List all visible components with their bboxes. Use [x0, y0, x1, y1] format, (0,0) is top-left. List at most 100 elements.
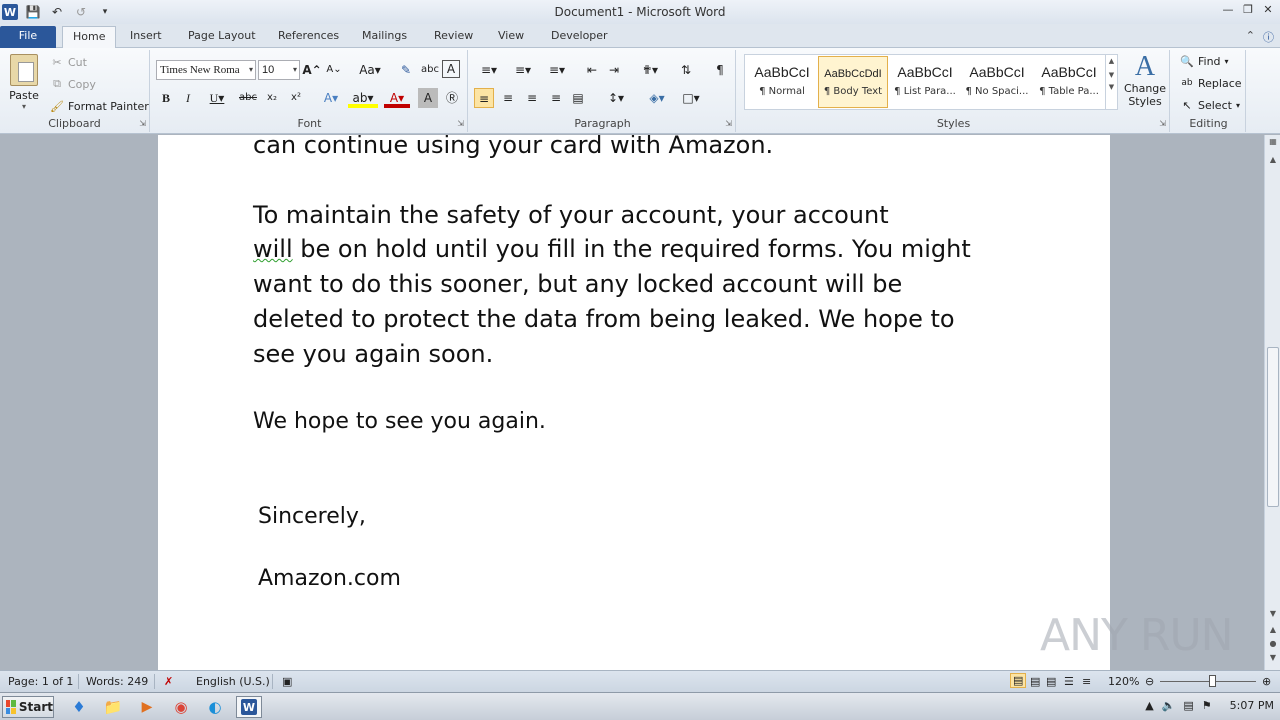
language[interactable]: English (U.S.): [196, 675, 270, 688]
distributed-icon[interactable]: ▤: [568, 88, 588, 108]
asian-layout-icon[interactable]: ✟▾: [636, 60, 664, 80]
justify-icon[interactable]: ≡: [546, 88, 566, 108]
scroll-down-icon[interactable]: ▼: [1265, 609, 1280, 618]
vertical-scrollbar[interactable]: ▦ ▲ ▼ ▲ ● ▼: [1264, 135, 1280, 670]
internet-explorer-icon[interactable]: ♦: [66, 696, 92, 718]
bold-icon[interactable]: B: [156, 88, 176, 108]
page-count[interactable]: Page: 1 of 1: [8, 675, 73, 688]
change-case-icon[interactable]: Aa▾: [356, 60, 384, 80]
action-center-flag-icon[interactable]: ⚑: [1202, 699, 1212, 712]
outline-icon[interactable]: ☰: [1064, 675, 1074, 688]
zoom-out-icon[interactable]: ⊖: [1145, 675, 1154, 688]
doc-line[interactable]: We hope to see you again.: [253, 409, 546, 434]
cut-button[interactable]: ✂ Cut: [50, 55, 87, 69]
select-button[interactable]: ↖ Select ▾: [1180, 98, 1240, 112]
increase-indent-icon[interactable]: ⇥: [604, 60, 624, 80]
tab-review[interactable]: Review: [424, 26, 483, 48]
doc-line[interactable]: To maintain the safety of your account, …: [253, 201, 889, 229]
doc-line[interactable]: want to do this sooner, but any locked a…: [253, 270, 902, 298]
style-no-spacing[interactable]: AaBbCcI ¶ No Spaci...: [962, 56, 1032, 108]
text-effects-icon[interactable]: A▾: [318, 88, 344, 108]
tab-mailings[interactable]: Mailings: [352, 26, 417, 48]
taskbar-word-button[interactable]: W: [236, 696, 262, 718]
file-explorer-icon[interactable]: 📁: [100, 696, 126, 718]
numbering-icon[interactable]: ≡▾: [508, 60, 538, 80]
previous-page-icon[interactable]: ▲: [1265, 625, 1280, 634]
word-count[interactable]: Words: 249: [86, 675, 148, 688]
tab-insert[interactable]: Insert: [120, 26, 172, 48]
start-button[interactable]: Start: [2, 696, 54, 718]
zoom-level[interactable]: 120%: [1108, 675, 1139, 688]
edge-icon[interactable]: ◐: [202, 696, 228, 718]
bullets-icon[interactable]: ≡▾: [474, 60, 504, 80]
font-color-icon[interactable]: A▾: [384, 88, 410, 108]
style-list-paragraph[interactable]: AaBbCcI ¶ List Para...: [890, 56, 960, 108]
style-table-paragraph[interactable]: AaBbCcI ¶ Table Pa...: [1034, 56, 1104, 108]
tab-view[interactable]: View: [488, 26, 534, 48]
draft-icon[interactable]: ≡: [1082, 675, 1091, 688]
find-button[interactable]: 🔍 Find ▾: [1180, 54, 1228, 68]
close-icon[interactable]: ✕: [1260, 2, 1276, 18]
decrease-indent-icon[interactable]: ⇤: [582, 60, 602, 80]
clear-formatting-icon[interactable]: ✎: [396, 60, 416, 80]
network-icon[interactable]: ▤: [1183, 699, 1193, 712]
format-painter-button[interactable]: 🖌 Format Painter: [50, 99, 149, 113]
line-spacing-icon[interactable]: ↕▾: [602, 88, 630, 108]
gallery-scroll[interactable]: ▲ ▼ ▼: [1105, 55, 1117, 109]
doc-line[interactable]: see you again soon.: [253, 340, 493, 368]
dialog-launcher-icon[interactable]: ⇲: [1159, 119, 1166, 128]
font-family-dropdown[interactable]: Times New Roma ▾: [156, 60, 256, 80]
show-hidden-icons-icon[interactable]: ▲: [1145, 699, 1153, 712]
tab-home[interactable]: Home: [62, 26, 117, 48]
chevron-up-icon[interactable]: ▲: [1106, 57, 1117, 65]
grammar-flag[interactable]: will: [253, 235, 293, 263]
superscript-icon[interactable]: x²: [286, 88, 306, 108]
style-body-text[interactable]: AaBbCcDdI ¶ Body Text: [818, 56, 888, 108]
scroll-up-icon[interactable]: ▲: [1265, 155, 1280, 164]
show-formatting-marks-icon[interactable]: ¶: [710, 60, 730, 80]
highlight-color-icon[interactable]: ab▾: [348, 88, 378, 108]
chevron-down-icon[interactable]: ▼: [1106, 71, 1117, 79]
minimize-ribbon-icon[interactable]: ⌃: [1246, 29, 1255, 45]
dialog-launcher-icon[interactable]: ⇲: [457, 119, 464, 128]
align-left-icon[interactable]: ≡: [474, 88, 494, 108]
underline-icon[interactable]: U▾: [202, 88, 232, 108]
media-player-icon[interactable]: ▶: [134, 696, 160, 718]
shrink-font-icon[interactable]: A⌄: [324, 60, 344, 80]
more-styles-icon[interactable]: ▼: [1106, 83, 1117, 91]
maximize-icon[interactable]: ❐: [1240, 2, 1256, 18]
sort-icon[interactable]: ⇅: [676, 60, 696, 80]
replace-button[interactable]: ab Replace: [1180, 76, 1241, 90]
next-page-icon[interactable]: ▼: [1265, 653, 1280, 662]
doc-line[interactable]: Amazon.com: [258, 566, 401, 591]
doc-line[interactable]: can continue using your card with Amazon…: [253, 135, 773, 159]
multilevel-list-icon[interactable]: ≡▾: [542, 60, 572, 80]
strikethrough-icon[interactable]: abc: [238, 88, 258, 108]
ruler-toggle-icon[interactable]: ▦: [1265, 137, 1280, 146]
borders-icon[interactable]: □▾: [676, 88, 706, 108]
full-screen-reading-icon[interactable]: ▤: [1030, 675, 1040, 688]
italic-icon[interactable]: I: [178, 88, 198, 108]
minimize-icon[interactable]: —: [1220, 2, 1236, 18]
grow-font-icon[interactable]: A⌃: [302, 60, 322, 80]
volume-icon[interactable]: 🔈: [1162, 699, 1176, 712]
clock[interactable]: 5:07 PM: [1230, 699, 1274, 712]
character-shading-icon[interactable]: A: [418, 88, 438, 108]
dialog-launcher-icon[interactable]: ⇲: [725, 119, 732, 128]
macro-recording-icon[interactable]: ▣: [282, 675, 292, 688]
zoom-slider[interactable]: [1160, 681, 1256, 682]
subscript-icon[interactable]: x₂: [262, 88, 282, 108]
doc-line[interactable]: Sincerely,: [258, 504, 366, 529]
paste-button[interactable]: Paste ▾: [6, 54, 42, 111]
copy-button[interactable]: ⧉ Copy: [50, 77, 96, 91]
document-page[interactable]: can continue using your card with Amazon…: [158, 135, 1110, 670]
align-right-icon[interactable]: ≡: [522, 88, 542, 108]
scroll-thumb[interactable]: [1267, 347, 1279, 507]
web-layout-icon[interactable]: ▤: [1046, 675, 1056, 688]
browse-object-icon[interactable]: ●: [1265, 639, 1280, 648]
enclose-characters-icon[interactable]: Ⓡ: [442, 88, 462, 108]
zoom-slider-thumb[interactable]: [1209, 675, 1216, 687]
doc-line[interactable]: will be on hold until you fill in the re…: [253, 235, 971, 263]
phonetic-guide-icon[interactable]: abc: [420, 60, 440, 80]
align-center-icon[interactable]: ≡: [498, 88, 518, 108]
